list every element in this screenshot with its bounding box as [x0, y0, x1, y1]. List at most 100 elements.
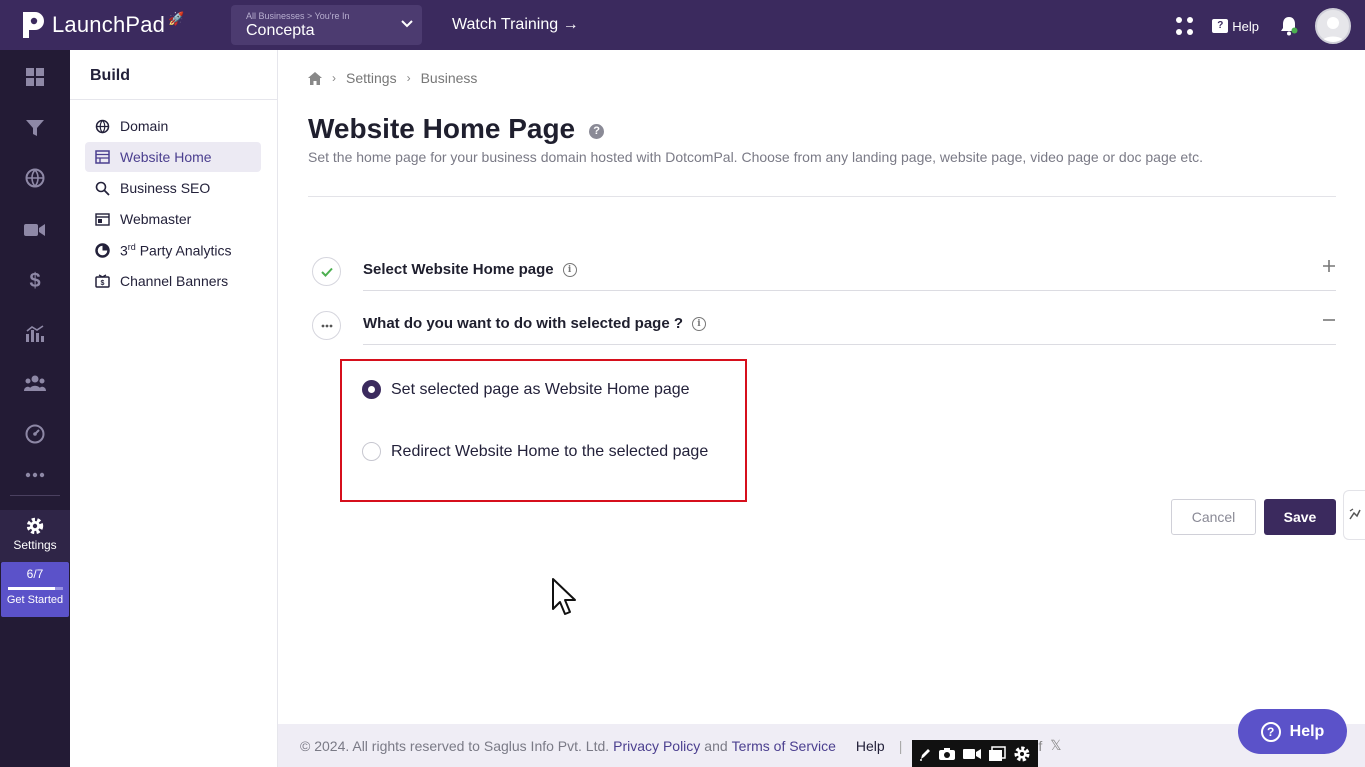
video-icon[interactable]: [24, 219, 46, 241]
trend-icon: [1348, 508, 1361, 520]
option-redirect-home[interactable]: Redirect Website Home to the selected pa…: [362, 442, 708, 461]
step-divider: [363, 344, 1336, 345]
radio-button-unchecked[interactable]: [362, 442, 381, 461]
sidebar-item-channel-banners[interactable]: $ Channel Banners: [85, 266, 261, 296]
option-set-as-home[interactable]: Set selected page as Website Home page: [362, 380, 690, 399]
terms-link[interactable]: Terms of Service: [732, 738, 836, 754]
layout-icon: [94, 149, 110, 165]
funnel-icon[interactable]: [24, 117, 46, 139]
gear-icon: [26, 517, 44, 535]
sidebar-item-label: Webmaster: [120, 211, 192, 227]
help-circle-icon: ?: [1260, 721, 1281, 742]
video-camera-icon[interactable]: [962, 747, 982, 761]
pie-chart-icon: [94, 242, 110, 258]
avatar[interactable]: [1315, 8, 1351, 44]
chevron-right-icon: ›: [406, 71, 411, 85]
speedometer-icon[interactable]: [24, 423, 46, 445]
get-started-progress: 6/7: [26, 567, 44, 581]
apps-grid-icon[interactable]: [1176, 17, 1194, 35]
help-floating-button[interactable]: ? Help: [1238, 709, 1347, 754]
dollar-icon[interactable]: $: [24, 270, 46, 292]
step-divider: [363, 290, 1336, 291]
help-circle-icon[interactable]: ?: [589, 123, 605, 139]
breadcrumb-business[interactable]: Business: [421, 70, 478, 86]
help-button[interactable]: ? Help: [1212, 19, 1259, 34]
mouse-cursor-icon: [552, 578, 576, 615]
svg-text:$: $: [100, 280, 104, 287]
bell-icon[interactable]: [1279, 15, 1299, 37]
help-label: Help: [1232, 18, 1259, 34]
get-started-widget[interactable]: 6/7 Get Started: [1, 562, 69, 617]
gear-icon[interactable]: [1013, 745, 1031, 763]
logo[interactable]: LaunchPad 🚀: [20, 10, 220, 40]
business-switcher-value: Concepta: [246, 22, 315, 39]
save-button[interactable]: Save: [1264, 499, 1336, 535]
globe-icon[interactable]: [24, 167, 46, 189]
banner-icon: $: [94, 273, 110, 289]
seo-search-icon: [94, 180, 110, 196]
collapse-minus-icon[interactable]: [1322, 313, 1336, 327]
footer-separator: |: [898, 737, 903, 754]
top-bar: LaunchPad 🚀 All Businesses > You're In C…: [0, 0, 1365, 50]
footer: © 2024. All rights reserved to Saglus In…: [278, 724, 1365, 767]
sidebar-item-label: 3rd Party Analytics: [120, 241, 232, 259]
business-switcher-caption: All Businesses > You're In: [246, 11, 350, 21]
breadcrumb-settings[interactable]: Settings: [346, 70, 397, 86]
sidebar-item-website-home[interactable]: Website Home: [85, 142, 261, 172]
sidebar-item-label: Website Home: [120, 149, 212, 165]
globe-icon: [94, 118, 110, 134]
x-twitter-icon[interactable]: 𝕏: [1050, 737, 1061, 754]
side-drawer-tab[interactable]: [1343, 490, 1365, 540]
header-divider: [308, 196, 1336, 197]
expand-plus-icon[interactable]: [1322, 259, 1336, 273]
facebook-icon[interactable]: f: [1038, 738, 1042, 754]
left-rail: $ Settings 6/7 Get Started: [0, 50, 70, 767]
sidebar-item-business-seo[interactable]: Business SEO: [85, 173, 261, 203]
chevron-down-icon: [401, 20, 413, 28]
main-content: › Settings › Business Website Home Page …: [278, 50, 1365, 724]
sidebar-item-3rd-party-analytics[interactable]: 3rd Party Analytics: [85, 235, 261, 265]
radio-button-checked[interactable]: [362, 380, 381, 399]
copyright-text: © 2024. All rights reserved to Saglus In…: [300, 737, 610, 754]
option-label: Redirect Website Home to the selected pa…: [391, 442, 709, 460]
watch-training-link[interactable]: Watch Training →: [452, 16, 579, 34]
help-icon: ?: [1212, 19, 1229, 33]
business-switcher[interactable]: All Businesses > You're In Concepta: [231, 5, 422, 45]
info-icon[interactable]: i: [692, 316, 707, 331]
webmaster-icon: [94, 211, 110, 227]
settings-label: Settings: [13, 538, 57, 552]
page-title: Website Home Page ?: [308, 113, 605, 145]
sidebar-heading: Build: [70, 50, 277, 100]
more-icon[interactable]: [24, 464, 46, 486]
analytics-icon[interactable]: [24, 322, 46, 344]
sidebar-item-label: Channel Banners: [120, 273, 229, 289]
users-icon[interactable]: [24, 372, 46, 394]
footer-help-link[interactable]: Help: [856, 738, 885, 754]
app-name: LaunchPad: [52, 12, 166, 37]
home-icon[interactable]: [308, 71, 322, 85]
step-pending-indicator: [312, 311, 341, 340]
check-icon: [320, 267, 333, 277]
sidebar-item-label: Business SEO: [120, 180, 211, 196]
logo-icon: [23, 12, 44, 38]
user-icon: [1321, 17, 1345, 42]
build-sidebar: Build Domain Website Home Business SEO W…: [70, 50, 278, 767]
sidebar-item-domain[interactable]: Domain: [85, 111, 261, 141]
camera-icon[interactable]: [938, 747, 956, 761]
dashboard-icon[interactable]: [24, 66, 46, 88]
settings-nav-item[interactable]: Settings: [0, 510, 70, 562]
step-label: What do you want to do with selected pag…: [363, 315, 684, 332]
rail-divider: [10, 495, 60, 496]
sidebar-item-label: Domain: [120, 118, 169, 134]
cancel-button[interactable]: Cancel: [1171, 499, 1256, 535]
window-icon[interactable]: [988, 745, 1007, 762]
footer-and: and: [704, 737, 728, 754]
chevron-right-icon: ›: [332, 71, 336, 85]
rocket-icon: 🚀: [168, 11, 185, 26]
info-icon[interactable]: i: [562, 262, 577, 277]
get-started-label: Get Started: [6, 594, 64, 606]
recording-toolbar: [912, 740, 1038, 767]
privacy-policy-link[interactable]: Privacy Policy: [613, 738, 700, 754]
sidebar-item-webmaster[interactable]: Webmaster: [85, 204, 261, 234]
pen-icon[interactable]: [919, 747, 931, 761]
